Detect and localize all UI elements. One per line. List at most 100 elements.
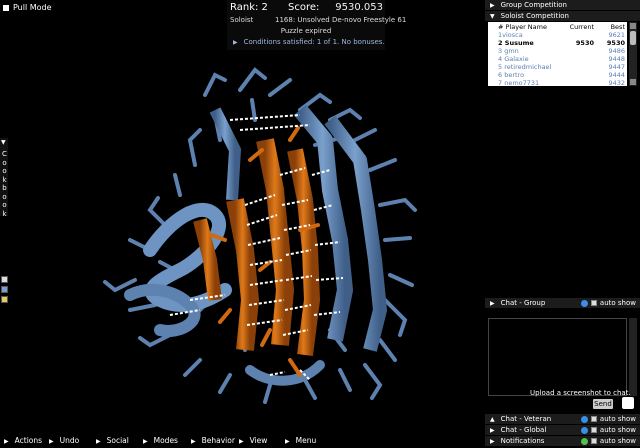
player-name: 1viosca: [498, 31, 523, 39]
scrollbar-thumb[interactable]: [630, 31, 636, 45]
info-icon[interactable]: [580, 299, 588, 307]
best-score: 9621: [608, 31, 625, 39]
expand-triangle-icon: ▶: [490, 427, 495, 434]
scroll-up-icon[interactable]: [630, 23, 636, 29]
folder-icon[interactable]: [1, 286, 8, 293]
score-label: Score:: [288, 2, 320, 13]
menu-modes[interactable]: ▶ Modes: [143, 435, 178, 446]
auto-show-checkbox[interactable]: [590, 416, 597, 422]
expand-triangle-icon: ▶: [191, 438, 196, 445]
leaderboard-row[interactable]: 6 bertro 9444: [488, 71, 627, 79]
best-score: 9530: [606, 39, 625, 47]
player-role: Soloist: [230, 16, 254, 24]
info-icon[interactable]: [580, 426, 588, 434]
puzzle-status: Puzzle expired: [280, 27, 332, 35]
leaderboard-row[interactable]: 7 nemo7731 9432: [488, 79, 627, 87]
player-name: 3 gmn: [498, 47, 519, 55]
expand-triangle-icon: ▶: [490, 300, 495, 307]
player-name: 5 retiredmichael: [498, 63, 552, 71]
menu-modes-label: Modes: [153, 436, 178, 445]
auto-show-label: auto show: [599, 299, 636, 307]
auto-show-toggle[interactable]: auto show: [580, 414, 636, 424]
menu-actions[interactable]: ▶ Actions: [4, 435, 42, 446]
chat-group-header[interactable]: ▶ Chat - Group auto show: [485, 298, 640, 308]
auto-show-label: auto show: [599, 426, 636, 434]
chat-scrollbar[interactable]: [629, 318, 637, 396]
screenshot-upload-icon[interactable]: [622, 397, 634, 409]
leaderboard-row[interactable]: 3 gmn 9486: [488, 47, 627, 55]
leaderboard-row[interactable]: 5 retiredmichael 9447: [488, 63, 627, 71]
player-name: 6 bertro: [498, 71, 525, 79]
leaderboard-scrollbar[interactable]: [629, 22, 637, 86]
collapse-triangle-icon: ▼: [1, 139, 6, 146]
menu-menu[interactable]: ▶ Menu: [285, 435, 316, 446]
player-name: 4 Galaxie: [498, 55, 529, 63]
chat-group-label: Chat - Group: [500, 299, 546, 307]
menu-actions-label: Actions: [14, 436, 43, 445]
send-button[interactable]: Send: [593, 399, 613, 409]
expand-triangle-icon: ▶: [96, 438, 101, 445]
notification-status-icon[interactable]: [580, 437, 588, 445]
puzzle-title: 1168: Unsolved De-novo Freestyle 61: [275, 16, 407, 24]
pull-mode-label: Pull Mode: [13, 3, 52, 12]
conditions-text: Conditions satisfied: 1 of 1. No bonuses…: [243, 38, 385, 46]
chat-global-header[interactable]: ▶ Chat - Global auto show: [485, 425, 640, 435]
notifications-header[interactable]: ▶ Notifications auto show: [485, 436, 640, 446]
menu-view-label: View: [249, 436, 268, 445]
rank-text: Rank: 2: [230, 2, 268, 13]
cookbook-icons: [1, 276, 9, 306]
best-score: 9432: [608, 79, 625, 87]
auto-show-checkbox[interactable]: [590, 300, 597, 306]
expand-triangle-icon: ▶: [4, 438, 9, 445]
leaderboard-row[interactable]: 1viosca 9621: [488, 31, 627, 39]
player-column-header: # Player Name: [498, 23, 547, 31]
group-competition-label: Group Competition: [500, 1, 567, 9]
soloist-competition-label: Soloist Competition: [500, 12, 569, 20]
menu-social-label: Social: [106, 436, 129, 445]
cookbook-tab[interactable]: ▼ Cookbook: [0, 138, 8, 218]
expand-triangle-icon: ▶: [285, 438, 290, 445]
pull-mode-toggle[interactable]: Pull Mode: [3, 3, 52, 12]
menu-undo[interactable]: ▶ Undo: [49, 435, 79, 446]
expand-triangle-icon: ▶: [239, 438, 244, 445]
menu-behavior[interactable]: ▶ Behavior: [191, 435, 235, 446]
upload-screenshot-label: Upload a screenshot to chat.: [530, 389, 631, 397]
bottom-menu-bar: ▶ Actions ▶ Undo ▶ Social ▶ Modes ▶ Behavior …: [0, 435, 485, 446]
best-score: 9486: [608, 47, 625, 55]
auto-show-toggle[interactable]: auto show: [580, 436, 636, 446]
leaderboard-row[interactable]: 4 Galaxie 9448: [488, 55, 627, 63]
best-score: 9444: [608, 71, 625, 79]
expand-triangle-icon: ▶: [233, 39, 238, 46]
leaderboard-table: # Player Name Current Best 1viosca 9621 …: [488, 22, 627, 87]
menu-undo-label: Undo: [59, 436, 80, 445]
expand-triangle-icon: ▶: [490, 2, 495, 9]
auto-show-checkbox[interactable]: [590, 427, 597, 433]
scroll-down-icon[interactable]: [630, 79, 636, 85]
auto-show-toggle[interactable]: auto show: [580, 425, 636, 435]
best-score: 9447: [608, 63, 625, 71]
soloist-competition-header[interactable]: ▼ Soloist Competition: [485, 11, 640, 21]
pull-mode-icon: [3, 4, 9, 11]
protein-structure-render[interactable]: [0, 0, 485, 446]
chat-message-area[interactable]: [488, 318, 627, 396]
leaderboard-header: # Player Name Current Best: [488, 23, 627, 31]
leaderboard-row-self[interactable]: 2 Susume 9530 9530: [488, 39, 627, 47]
menu-view[interactable]: ▶ View: [239, 435, 267, 446]
player-name: 7 nemo7731: [498, 79, 540, 87]
info-icon[interactable]: [580, 415, 588, 423]
conditions-toggle[interactable]: ▶ Conditions satisfied: 1 of 1. No bonuse…: [233, 38, 385, 46]
chat-veteran-header[interactable]: ▲ Chat - Veteran auto show: [485, 414, 640, 424]
expand-triangle-icon: ▶: [49, 438, 54, 445]
auto-show-label: auto show: [599, 415, 636, 423]
note-icon[interactable]: [1, 296, 8, 303]
menu-behavior-label: Behavior: [201, 436, 235, 445]
auto-show-toggle[interactable]: auto show: [580, 298, 636, 308]
protein-viewport[interactable]: [0, 0, 485, 446]
expand-triangle-icon: ▶: [143, 438, 148, 445]
score-value: 9530.053: [335, 2, 383, 13]
auto-show-checkbox[interactable]: [590, 438, 597, 444]
menu-social[interactable]: ▶ Social: [96, 435, 129, 446]
auto-show-label: auto show: [599, 437, 636, 445]
group-competition-header[interactable]: ▶ Group Competition: [485, 0, 640, 10]
recipe-icon[interactable]: [1, 276, 8, 283]
